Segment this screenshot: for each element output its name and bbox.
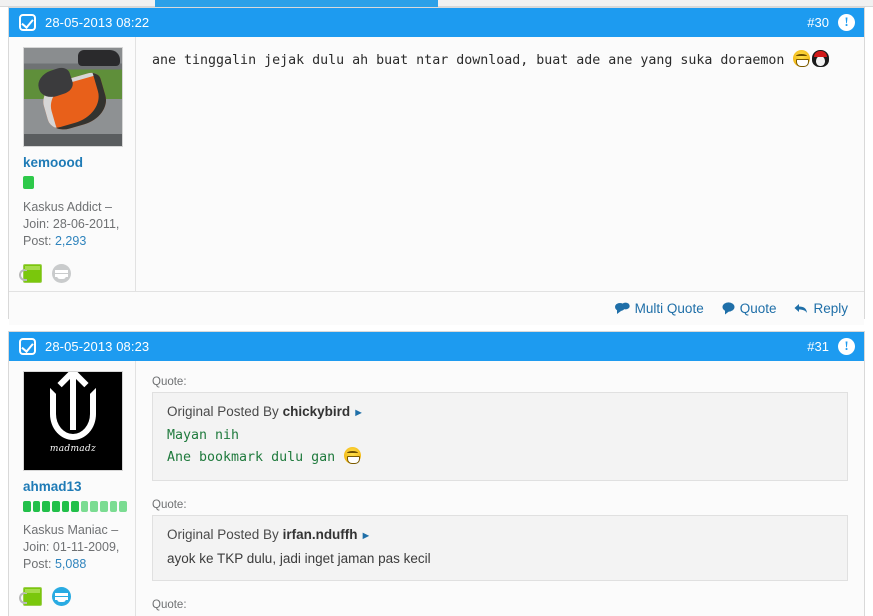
reply-button[interactable]: Reply [794, 301, 848, 316]
grp-face-badge-icon[interactable] [52, 264, 71, 283]
grin-emoticon [793, 50, 811, 67]
tab-strip [0, 0, 873, 7]
reputation-block [71, 501, 79, 512]
post-date: 28-05-2013 08:22 [45, 15, 150, 30]
post-number[interactable]: #30 [807, 15, 829, 30]
reply-arrow-icon [794, 302, 808, 315]
reputation-block [100, 501, 108, 512]
post-message: ane tinggalin jejak dulu ah buat ntar do… [136, 37, 864, 291]
avatar-background-bike [78, 50, 120, 66]
quote-block: Original Posted By chickybird ► Mayan nih… [152, 392, 848, 481]
quote-label: Quote: [152, 376, 187, 388]
active-tab[interactable] [155, 0, 438, 7]
exclamation-circle-icon[interactable]: ! [838, 14, 855, 31]
reputation-block [51, 501, 60, 512]
reputation-bar [23, 501, 128, 512]
user-meta: Kaskus Maniac – Join: 01-11-2009, Post: … [23, 522, 127, 573]
forum-thread-page: 28-05-2013 08:22 #30 ! kemoood Kaskus Ad… [0, 0, 873, 616]
post-message: Quote: Original Posted By chickybird ► Ma… [136, 361, 864, 616]
reply-label: Reply [813, 301, 848, 316]
online-status-indicator [23, 176, 34, 189]
post-card: 28-05-2013 08:23 #31 ! madmadz ahmad13 K… [8, 331, 865, 616]
quote-attribution: Original Posted By irfan.nduffh ► [167, 525, 835, 546]
speech-bubble-icon [722, 302, 735, 315]
quote-line: Ane bookmark dulu gan [167, 450, 344, 465]
username-link[interactable]: ahmad13 [23, 478, 127, 496]
user-meta: Kaskus Addict – Join: 28-06-2011, Post: … [23, 199, 127, 250]
user-title: Kaskus Addict – [23, 200, 112, 214]
user-post-count-row: Post: 2,293 [23, 233, 127, 250]
quote-line: ayok ke TKP dulu, jadi inget jaman pas k… [167, 551, 431, 566]
quote-label: Quote: [152, 599, 187, 611]
quote-jump-arrow-icon[interactable]: ► [361, 530, 372, 542]
user-title: Kaskus Maniac – [23, 523, 119, 537]
grin-emoticon [344, 447, 362, 464]
quote-prefix: Original Posted By [167, 404, 283, 419]
post-count-label: Post: [23, 557, 52, 571]
quote-line: Mayan nih [167, 428, 240, 443]
multi-quote-label: Multi Quote [634, 301, 704, 316]
quote-label: Quote: [152, 499, 187, 511]
avatar-logo-mark [50, 374, 96, 440]
post-count-value: 5,088 [54, 557, 87, 571]
post-card: 28-05-2013 08:22 #30 ! kemoood Kaskus Ad… [8, 7, 865, 325]
post-action-bar: Multi Quote Quote Reply [9, 291, 864, 325]
message-body: ane tinggalin jejak dulu ah buat ntar do… [152, 53, 793, 68]
multi-quote-button[interactable]: Multi Quote [614, 301, 704, 316]
quote-author[interactable]: chickybird [283, 404, 351, 419]
reputation-block [32, 501, 41, 512]
checkbox-checked-icon[interactable] [19, 14, 36, 31]
quote-block: Original Posted By irfan.nduffh ► ayok ke… [152, 515, 848, 581]
user-post-count-row: Post: 5,088 [23, 556, 127, 573]
reputation-block [61, 501, 70, 512]
quote-prefix: Original Posted By [167, 527, 283, 542]
penguin-emoticon [812, 50, 830, 67]
reputation-block [42, 501, 50, 512]
post-header: 28-05-2013 08:22 #30 ! [9, 8, 864, 37]
checkbox-checked-icon[interactable] [19, 338, 36, 355]
madmadz-logo-avatar[interactable]: madmadz [23, 371, 123, 471]
cendol-badge-icon[interactable] [19, 587, 42, 606]
motogp-photo-avatar[interactable] [23, 47, 123, 147]
exclamation-circle-icon[interactable]: ! [838, 338, 855, 355]
reputation-block [23, 501, 31, 512]
user-badges [19, 587, 127, 606]
reputation-block [109, 501, 118, 512]
post-message-text: ane tinggalin jejak dulu ah buat ntar do… [152, 50, 848, 71]
post-date: 28-05-2013 08:23 [45, 339, 150, 354]
user-info-panel: madmadz ahmad13 Kaskus Maniac – Join: 01… [9, 361, 136, 616]
reputation-block [119, 501, 128, 512]
cendol-badge-icon[interactable] [19, 264, 42, 283]
reputation-block [90, 501, 99, 512]
double-speech-bubble-icon [614, 302, 630, 315]
user-join-date: Join: 01-11-2009, [23, 540, 120, 554]
quote-button[interactable]: Quote [722, 301, 777, 316]
quote-text: ayok ke TKP dulu, jadi inget jaman pas k… [167, 548, 835, 569]
quote-text: Mayan nih Ane bookmark dulu gan [167, 425, 835, 469]
post-body: madmadz ahmad13 Kaskus Maniac – Join: 01… [9, 361, 864, 616]
reputation-block [80, 501, 89, 512]
user-join-date: Join: 28-06-2011, [23, 217, 120, 231]
post-number[interactable]: #31 [807, 339, 829, 354]
user-info-panel: kemoood Kaskus Addict – Join: 28-06-2011… [9, 37, 136, 291]
quote-attribution: Original Posted By chickybird ► [167, 402, 835, 423]
username-link[interactable]: kemoood [23, 154, 127, 172]
quote-author[interactable]: irfan.nduffh [283, 527, 358, 542]
post-header: 28-05-2013 08:23 #31 ! [9, 332, 864, 361]
user-badges [19, 264, 127, 283]
post-count-value: 2,293 [54, 234, 87, 248]
post-header-right: #31 ! [807, 338, 855, 355]
post-header-right: #30 ! [807, 14, 855, 31]
post-count-label: Post: [23, 234, 52, 248]
avatar-wordmark: madmadz [49, 444, 97, 454]
grp-face-badge-icon[interactable] [52, 587, 71, 606]
post-body: kemoood Kaskus Addict – Join: 28-06-2011… [9, 37, 864, 291]
quote-jump-arrow-icon[interactable]: ► [353, 407, 364, 419]
quote-label: Quote [739, 301, 777, 316]
